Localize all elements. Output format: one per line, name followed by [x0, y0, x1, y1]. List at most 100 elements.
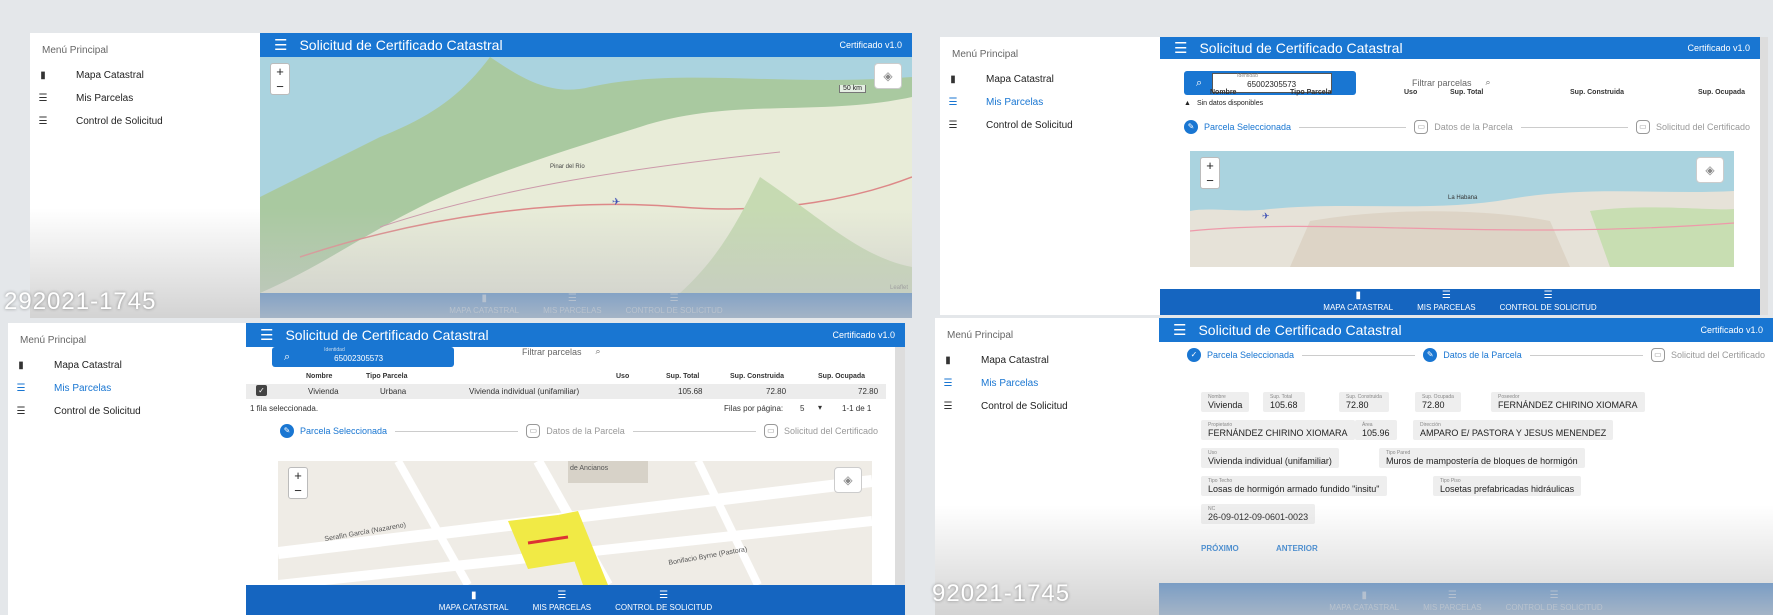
sidebar-item-mis-parcelas[interactable]: ☰ Mis Parcelas: [30, 87, 260, 110]
zoom-control[interactable]: + −: [1200, 157, 1220, 189]
sidebar-item-mis-parcelas[interactable]: ☰ Mis Parcelas: [8, 377, 246, 400]
zoom-in-button[interactable]: +: [271, 64, 289, 79]
step-parcela-seleccionada[interactable]: ✎ Parcela Seleccionada: [1184, 120, 1291, 134]
chevron-down-icon[interactable]: ▾: [818, 403, 822, 412]
map-canvas[interactable]: + − ◈ 50 km Pinar del Río ✈ Leaflet: [260, 57, 912, 293]
step-label: Solicitud del Certificado: [1670, 350, 1766, 360]
nav-mis-parcelas[interactable]: ☰ MIS PARCELAS: [543, 293, 602, 315]
scrollbar[interactable]: [1760, 37, 1768, 315]
filter-parcelas[interactable]: Filtrar parcelas ⌕: [522, 346, 601, 357]
nav-control-solicitud[interactable]: ☰ CONTROL DE SOLICITUD: [626, 293, 723, 315]
column-header[interactable]: Uso: [1404, 89, 1417, 96]
nav-control-solicitud[interactable]: ☰ CONTROL DE SOLICITUD: [1500, 290, 1597, 312]
search-icon[interactable]: ⌕: [1486, 77, 1491, 88]
step-solicitud-certificado[interactable]: ▭ Solicitud del Certificado: [1650, 348, 1766, 362]
sidebar-item-control-solicitud[interactable]: ☰ Control de Solicitud: [935, 395, 1159, 418]
filter-input[interactable]: Filtrar parcelas: [522, 347, 582, 357]
sidebar-item-control-solicitud[interactable]: ☰ Control de Solicitud: [8, 400, 246, 423]
nav-mapa-catastral[interactable]: ▮ MAPA CATASTRAL: [1323, 290, 1393, 312]
column-header[interactable]: Tipo Parcela: [366, 373, 408, 380]
nav-control-solicitud[interactable]: ☰ CONTROL DE SOLICITUD: [1506, 590, 1603, 612]
sidebar-item-mapa-catastral[interactable]: ▮ Mapa Catastral: [8, 354, 246, 377]
parcel-map[interactable]: + − ◈ Serafín García (Nazareno) Bonifacio…: [278, 461, 872, 585]
list-icon: ☰: [38, 93, 48, 104]
column-header[interactable]: Sup. Ocupada: [818, 373, 865, 380]
menu-icon[interactable]: ☰: [1174, 39, 1187, 57]
filter-parcelas[interactable]: Filtrar parcelas ⌕: [1412, 77, 1491, 88]
sidebar-item-mis-parcelas[interactable]: ☰ Mis Parcelas: [935, 372, 1159, 395]
scrollbar[interactable]: [895, 347, 905, 585]
filter-input[interactable]: Filtrar parcelas: [1412, 78, 1472, 88]
search-icon[interactable]: ⌕: [596, 346, 601, 357]
step-parcela-seleccionada[interactable]: ✓ Parcela Seleccionada: [1187, 348, 1294, 362]
map-marker-icon[interactable]: ✈: [612, 197, 620, 208]
watermark-left: 292021-1745: [4, 288, 157, 315]
column-header[interactable]: Sup. Total: [1450, 89, 1483, 96]
nav-mapa-catastral[interactable]: ▮ MAPA CATASTRAL: [439, 590, 509, 612]
sidebar-item-label: Mapa Catastral: [981, 355, 1049, 366]
rows-per-page-label: Filas por página:: [724, 404, 784, 413]
version-label: Certificado v1.0: [1687, 43, 1750, 53]
zoom-control[interactable]: + −: [288, 467, 308, 499]
zoom-in-button[interactable]: +: [289, 468, 307, 483]
sidebar-item-mapa-catastral[interactable]: ▮ Mapa Catastral: [30, 64, 260, 87]
column-header[interactable]: Sup. Construida: [730, 373, 784, 380]
menu-icon[interactable]: ☰: [1173, 321, 1186, 339]
nav-mapa-catastral[interactable]: ▮ MAPA CATASTRAL: [1329, 590, 1399, 612]
nav-control-solicitud[interactable]: ☰ CONTROL DE SOLICITUD: [615, 590, 712, 612]
step-datos-parcela[interactable]: ▭ Datos de la Parcela: [1414, 120, 1513, 134]
column-header[interactable]: Nombre: [1210, 89, 1236, 96]
sidebar-item-mis-parcelas[interactable]: ☰ Mis Parcelas: [940, 91, 1160, 114]
nav-label: CONTROL DE SOLICITUD: [615, 603, 713, 612]
menu-icon[interactable]: ☰: [274, 36, 287, 54]
map-canvas[interactable]: + − ◈ La Habana ✈: [1190, 151, 1734, 267]
list-icon: ☰: [38, 116, 48, 127]
column-header[interactable]: Nombre: [306, 373, 332, 380]
layers-icon[interactable]: ◈: [874, 63, 902, 89]
identity-input[interactable]: Identidad 65002305573: [300, 347, 426, 366]
search-panel: ⌕ Identidad 65002305573: [272, 347, 454, 367]
sidebar-item-mapa-catastral[interactable]: ▮ Mapa Catastral: [935, 349, 1159, 372]
sidebar-item-label: Control de Solicitud: [981, 401, 1068, 412]
rows-per-page-select[interactable]: 5: [800, 404, 804, 413]
field-value: AMPARO E/ PASTORA Y JESUS MENENDEZ: [1420, 428, 1607, 438]
step-solicitud-certificado[interactable]: ▭ Solicitud del Certificado: [763, 424, 878, 438]
map-marker-icon[interactable]: ✈: [1262, 211, 1270, 222]
nav-mapa-catastral[interactable]: ▮ MAPA CATASTRAL: [449, 293, 519, 315]
zoom-control[interactable]: + −: [270, 63, 290, 95]
column-header[interactable]: Sup. Construida: [1570, 89, 1624, 96]
field-value: Losetas prefabricadas hidráulicas: [1440, 484, 1575, 494]
nav-mis-parcelas[interactable]: ☰ MIS PARCELAS: [1423, 590, 1482, 612]
step-label: Parcela Seleccionada: [1207, 350, 1295, 360]
search-icon[interactable]: ⌕: [1196, 77, 1202, 90]
map-icon: ▮: [40, 70, 46, 81]
column-header[interactable]: Tipo Parcela: [1290, 89, 1332, 96]
map-terrain: [260, 57, 912, 293]
checkbox-icon: ✓: [256, 385, 267, 396]
back-button[interactable]: ANTERIOR: [1276, 544, 1318, 553]
step-datos-parcela[interactable]: ✎ Datos de la Parcela: [1423, 348, 1522, 362]
menu-icon[interactable]: ☰: [260, 326, 273, 344]
nav-mis-parcelas[interactable]: ☰ MIS PARCELAS: [1417, 290, 1476, 312]
zoom-out-button[interactable]: −: [271, 79, 289, 94]
layers-icon[interactable]: ◈: [1696, 157, 1724, 183]
zoom-out-button[interactable]: −: [1201, 173, 1219, 188]
nav-mis-parcelas[interactable]: ☰ MIS PARCELAS: [533, 590, 592, 612]
step-solicitud-certificado[interactable]: ▭ Solicitud del Certificado: [1635, 120, 1750, 134]
column-header[interactable]: Sup. Total: [666, 373, 699, 380]
column-header[interactable]: Uso: [616, 373, 629, 380]
sidebar-item-control-solicitud[interactable]: ☰ Control de Solicitud: [940, 114, 1160, 137]
sidebar-item-mapa-catastral[interactable]: ▮ Mapa Catastral: [940, 68, 1160, 91]
step-datos-parcela[interactable]: ▭ Datos de la Parcela: [526, 424, 625, 438]
table-row[interactable]: ✓ Vivienda Urbana Vivienda individual (u…: [246, 384, 886, 399]
column-header[interactable]: Sup. Ocupada: [1698, 89, 1745, 96]
step-parcela-seleccionada[interactable]: ✎ Parcela Seleccionada: [280, 424, 387, 438]
next-button[interactable]: PRÓXIMO: [1201, 544, 1239, 553]
field-value: Vivienda individual (unifamiliar): [1208, 456, 1332, 466]
sidebar-item-control-solicitud[interactable]: ☰ Control de Solicitud: [30, 110, 260, 133]
search-icon[interactable]: ⌕: [284, 351, 290, 364]
layers-icon[interactable]: ◈: [834, 467, 862, 493]
zoom-in-button[interactable]: +: [1201, 158, 1219, 173]
street-label: de Ancianos: [570, 465, 609, 472]
zoom-out-button[interactable]: −: [289, 483, 307, 498]
